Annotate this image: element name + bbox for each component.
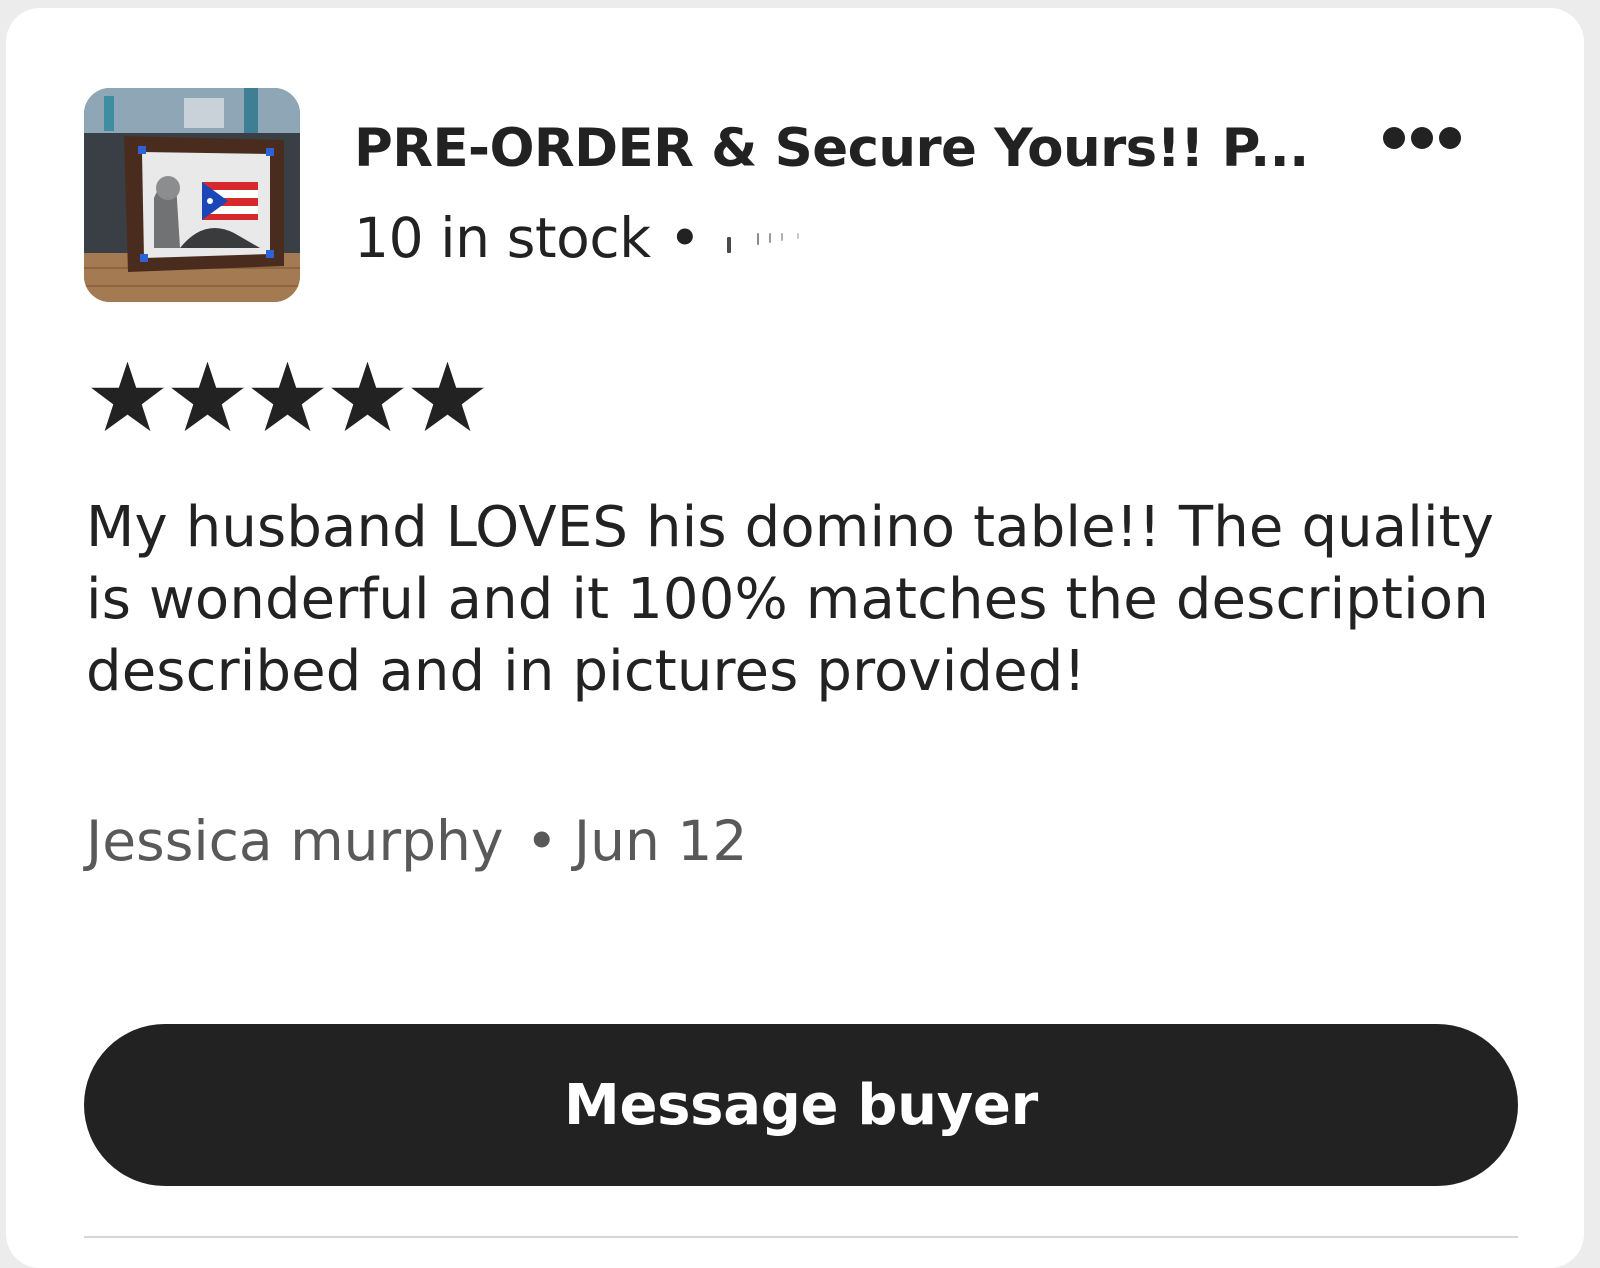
message-buyer-button[interactable]: Message buyer [84,1024,1518,1186]
listing-thumbnail[interactable] [84,88,300,302]
star-filled-icon [88,358,167,438]
more-options-button[interactable] [1376,116,1486,160]
stock-count: 10 in stock [354,206,651,270]
buyer-name: Jessica murphy [86,809,504,873]
domino-table-photo-image [84,88,300,302]
meta-separator: • [668,206,701,270]
review-card: PRE-ORDER & Secure Yours!! P... 10 in st… [6,8,1584,1268]
byline-separator: • [525,809,558,873]
review-text: My husband LOVES his domino table!! The … [86,495,1495,704]
divider [84,1236,1518,1238]
star-filled-icon [328,358,407,438]
star-filled-icon [408,358,487,438]
review-date: Jun 12 [573,809,748,873]
more-horizontal-icon [1383,127,1461,149]
star-filled-icon [168,358,247,438]
review-byline: Jessica murphy • Jun 12 [86,806,747,876]
star-filled-icon [248,358,327,438]
listing-title[interactable]: PRE-ORDER & Secure Yours!! P... [354,116,1309,182]
redacted-text [717,227,817,257]
listing-meta: 10 in stock • [354,203,817,273]
star-rating [88,358,487,440]
